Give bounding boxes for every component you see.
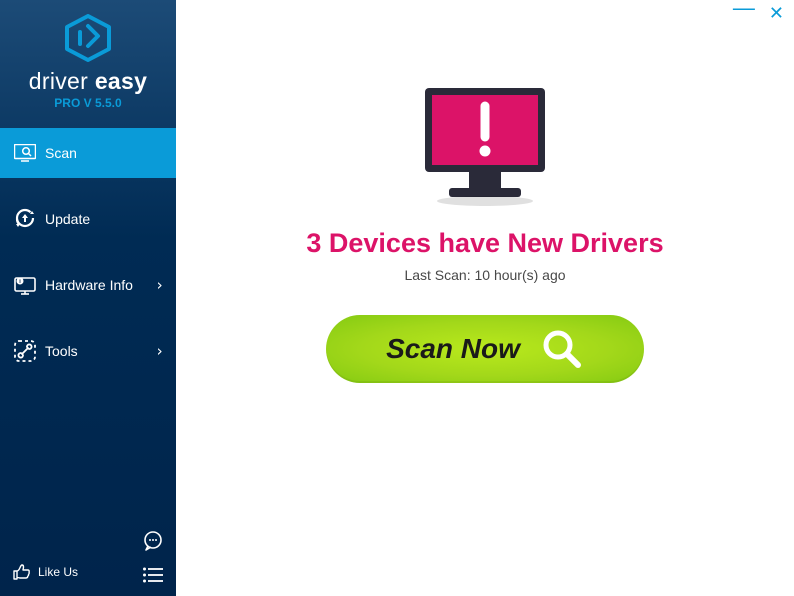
app-logo-icon: [61, 14, 115, 62]
sidebar-footer: Like Us: [0, 548, 176, 596]
brand-word-2: easy: [95, 68, 147, 94]
version-label: PRO V 5.5.0: [54, 96, 121, 110]
sidebar-item-hardware-info[interactable]: i Hardware Info ›: [0, 260, 176, 310]
alert-headline: 3 Devices have New Drivers: [306, 228, 663, 259]
feedback-icon[interactable]: [142, 530, 164, 557]
close-button[interactable]: ✕: [769, 6, 784, 20]
sidebar: driver easy PRO V 5.5.0 Scan Update: [0, 0, 176, 596]
scan-icon: [12, 144, 38, 162]
window-controls: — ✕: [733, 6, 784, 20]
app-window: — ✕ driver easy PRO V 5.5.0 Scan: [0, 0, 794, 596]
sidebar-item-tools[interactable]: Tools ›: [0, 326, 176, 376]
chevron-right-icon: ›: [155, 276, 164, 294]
sidebar-item-scan[interactable]: Scan: [0, 128, 176, 178]
sidebar-item-label: Hardware Info: [45, 277, 133, 293]
sidebar-nav: Scan Update i Hardware Info › Tools: [0, 128, 176, 392]
chevron-right-icon: ›: [155, 342, 164, 360]
last-scan-text: Last Scan: 10 hour(s) ago: [404, 267, 565, 283]
main-content: 3 Devices have New Drivers Last Scan: 10…: [176, 0, 794, 596]
thumbs-up-icon: [12, 562, 32, 582]
sidebar-item-label: Tools: [45, 343, 78, 359]
scan-now-button[interactable]: Scan Now: [326, 315, 644, 383]
brand-name: driver easy: [29, 68, 147, 95]
menu-list-icon[interactable]: [142, 567, 164, 588]
scan-button-label: Scan Now: [386, 333, 520, 365]
like-us-button[interactable]: Like Us: [12, 562, 78, 582]
sidebar-item-label: Update: [45, 211, 90, 227]
minimize-button[interactable]: —: [733, 1, 755, 15]
like-us-label: Like Us: [38, 565, 78, 579]
update-icon: [12, 208, 38, 230]
hardware-info-icon: i: [12, 275, 38, 295]
tools-icon: [12, 340, 38, 362]
magnifier-icon: [540, 327, 584, 371]
alert-monitor-icon: [415, 82, 555, 210]
sidebar-item-label: Scan: [45, 145, 77, 161]
brand-word-1: driver: [29, 68, 88, 94]
logo-area: driver easy PRO V 5.5.0: [0, 0, 176, 120]
sidebar-item-update[interactable]: Update: [0, 194, 176, 244]
